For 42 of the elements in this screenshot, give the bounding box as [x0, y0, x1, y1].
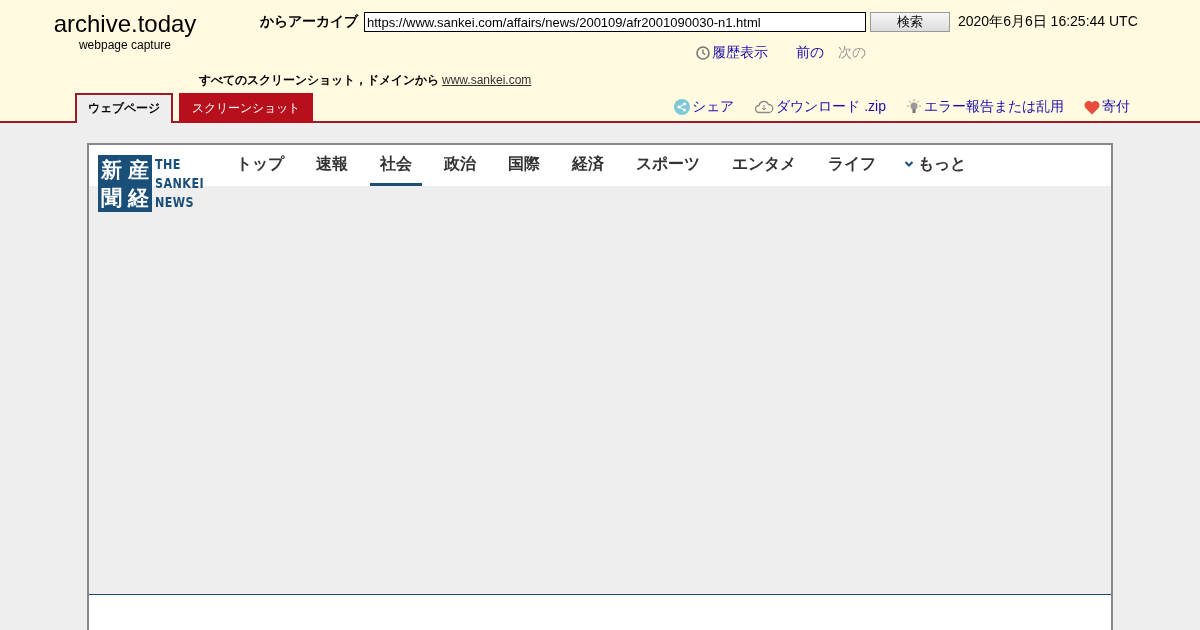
chevron-down-icon	[904, 160, 915, 168]
nav-link[interactable]: 前の	[796, 44, 824, 62]
nav-item[interactable]: スポーツ	[626, 145, 711, 186]
nav-item[interactable]: 国際	[498, 145, 551, 186]
clock-icon	[696, 46, 710, 60]
logo-kanji: 産	[128, 158, 149, 180]
nav-item[interactable]: エンタメ	[722, 145, 807, 186]
lightbulb-icon	[906, 99, 922, 115]
link-text: 履歴表示	[712, 44, 768, 62]
logo-kanji: 聞	[101, 187, 122, 209]
nav-item[interactable]: ライフ	[818, 145, 887, 186]
action-link[interactable]: 寄付	[1084, 98, 1130, 116]
logo-word: SANKEI	[155, 174, 204, 193]
more-text: もっと	[918, 154, 967, 174]
url-field[interactable]: https://www.sankei.com/affairs/news/200109/afr2001090030-n1.html	[364, 12, 866, 32]
view-tab[interactable]: ウェブページ	[75, 93, 173, 123]
nav-item[interactable]: 経済	[562, 145, 615, 186]
site-title[interactable]: archive.today	[53, 10, 197, 38]
scope-text: すべてのスクリーンショット，ドメインから	[199, 72, 439, 89]
cloud-download-icon	[754, 100, 775, 114]
logo-kanji: 新	[101, 158, 122, 180]
logo-word: NEWS	[155, 193, 196, 212]
nav-item[interactable]: 政治	[434, 145, 487, 186]
view-tab[interactable]: スクリーンショット	[179, 93, 313, 123]
domain-link[interactable]: www.sankei.com	[442, 73, 532, 87]
nav-item[interactable]: トップ	[226, 145, 295, 186]
nav-item[interactable]: 速報	[306, 145, 359, 186]
link-text: シェア	[692, 98, 735, 116]
capture-date: 2020年6月6日 16:25:44 UTC	[958, 13, 1138, 31]
link-text: ダウンロード .zip	[776, 98, 886, 116]
action-link[interactable]: シェア	[674, 98, 735, 116]
heart-icon	[1084, 99, 1100, 115]
search-button[interactable]: 検索	[870, 12, 950, 32]
action-link[interactable]: ダウンロード .zip	[754, 98, 886, 116]
logo-kanji: 経	[128, 187, 149, 209]
share-icon	[674, 99, 691, 115]
more-menu[interactable]: もっと	[898, 145, 973, 186]
history-link[interactable]: 履歴表示	[696, 44, 768, 62]
link-text: 寄付	[1102, 98, 1130, 116]
archive-label: からアーカイブ	[260, 13, 358, 31]
site-subtitle: webpage capture	[78, 38, 172, 52]
logo-word: THE	[155, 155, 182, 174]
